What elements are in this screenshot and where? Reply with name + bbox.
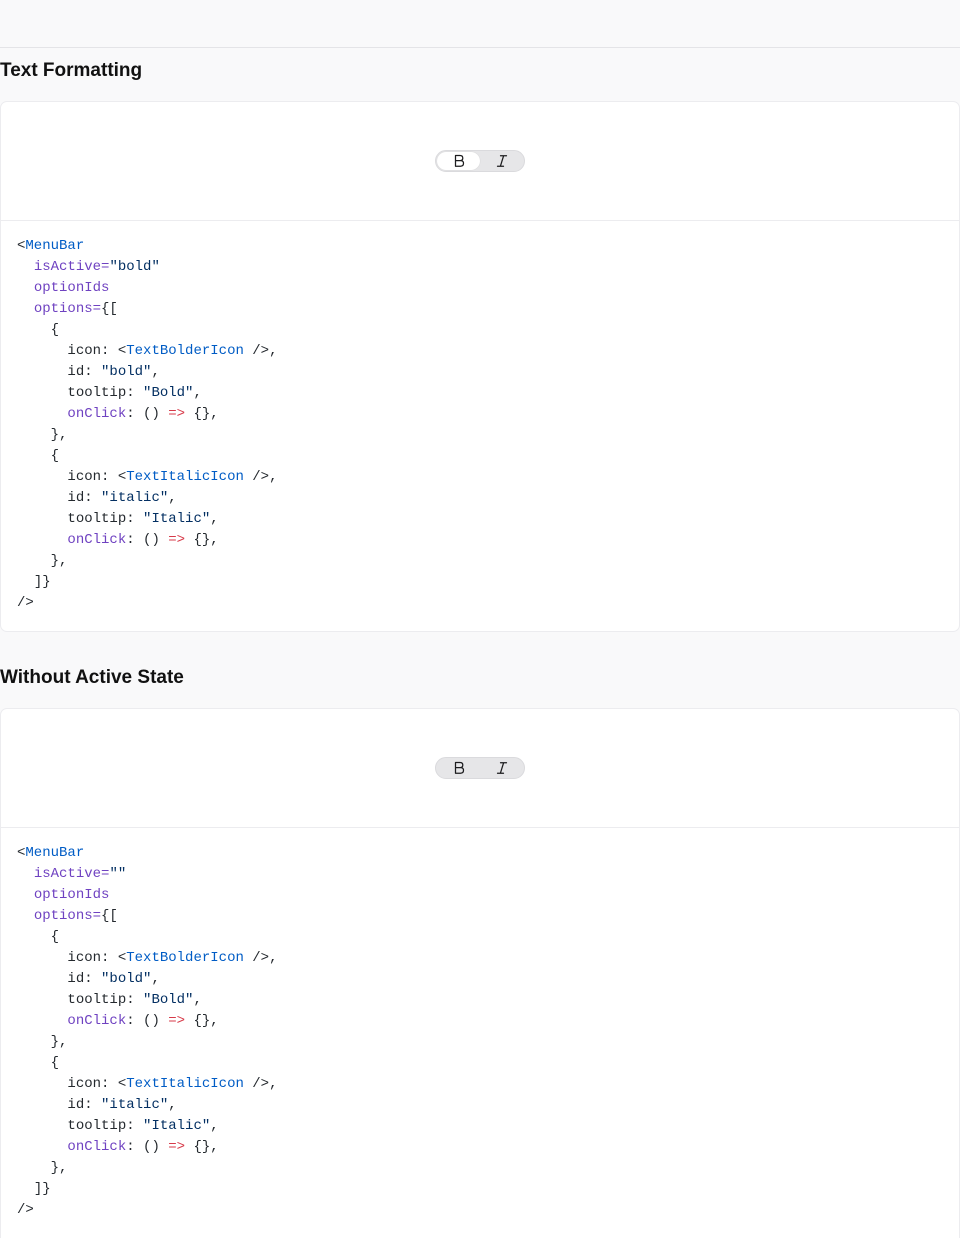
example-card-without-active-state: <MenuBar isActive="" optionIds options={… [0,708,960,1238]
text-italic-icon [496,155,507,167]
top-bar [0,0,960,48]
preview-area [1,102,959,221]
menu-bar [435,757,525,779]
section-title-text-formatting: Text Formatting [0,60,143,81]
menu-bar-option-italic[interactable] [480,152,523,170]
menu-bar-option-bold[interactable] [437,759,480,777]
code-snippet: <MenuBar isActive="" optionIds options={… [17,845,278,1218]
menu-bar-option-bold[interactable] [437,152,480,170]
text-italic-icon [496,762,507,774]
menu-bar-option-italic[interactable] [480,759,523,777]
text-bold-icon [454,154,464,167]
section-title-without-active-state: Without Active State [0,667,184,688]
code-snippet: <MenuBar isActive="bold" optionIds optio… [17,238,278,611]
menu-bar [435,150,525,172]
preview-area [1,709,959,828]
text-bold-icon [454,761,464,774]
example-card-text-formatting: <MenuBar isActive="bold" optionIds optio… [0,101,960,632]
